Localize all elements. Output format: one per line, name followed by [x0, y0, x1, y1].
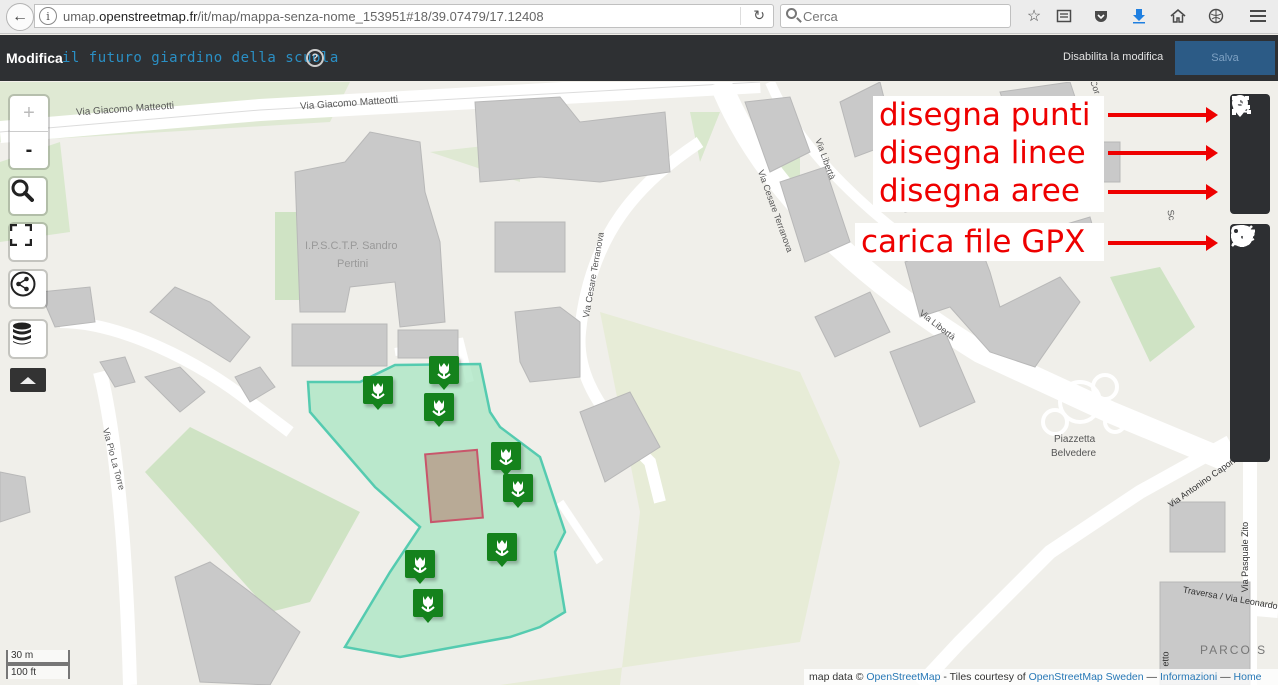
flower-marker[interactable]	[424, 393, 454, 427]
share-button[interactable]	[10, 271, 46, 307]
map-settings-button[interactable]	[1230, 225, 1270, 304]
tulip-icon	[495, 540, 509, 557]
map-attribution: map data © OpenStreetMap - Tiles courtes…	[804, 669, 1278, 685]
draw-toolbar	[1230, 94, 1270, 214]
edit-mode-label: Modifica	[6, 50, 63, 66]
map-title[interactable]: il futuro giardino della scuola	[62, 50, 339, 66]
search-icon	[11, 179, 34, 202]
annotation-draw-areas: disegna aree	[873, 172, 1104, 212]
annotation-arrow	[1108, 184, 1218, 200]
attribution-prefix: map data ©	[809, 671, 864, 683]
site-info-icon[interactable]: i	[39, 7, 57, 25]
url-bar[interactable]: i umap. openstreetmap.fr/it/map/mappa-sen…	[34, 4, 774, 28]
polygon-icon	[1232, 96, 1251, 114]
attribution-dash: —	[1146, 671, 1158, 683]
reload-icon[interactable]: ↻	[753, 7, 765, 24]
scale-metric: 30 m	[6, 650, 70, 664]
home-icon[interactable]	[1168, 6, 1188, 26]
disable-edit-button[interactable]: Disabilita la modifica	[1063, 51, 1163, 63]
tulip-icon	[437, 363, 451, 380]
center-zoom-button[interactable]	[1230, 225, 1270, 424]
annotation-draw-lines: disegna linee	[873, 134, 1104, 172]
browse-datalayers-button[interactable]	[10, 321, 46, 357]
url-host: openstreetmap.fr	[99, 8, 198, 24]
flower-marker[interactable]	[363, 376, 393, 410]
attribution-dash: —	[1220, 671, 1231, 683]
flower-marker[interactable]	[487, 533, 517, 567]
annotation-draw-points: disegna punti	[873, 96, 1104, 134]
search-glass-icon	[786, 8, 797, 19]
manage-datalayers-button[interactable]	[1230, 225, 1270, 384]
scale-imperial: 100 ft	[6, 664, 70, 679]
draw-polyline-button[interactable]	[1230, 96, 1270, 174]
fullscreen-icon	[10, 224, 32, 246]
flower-marker[interactable]	[405, 550, 435, 584]
browser-search-input[interactable]: Cerca	[780, 4, 1011, 28]
browser-toolbar: ← i umap. openstreetmap.fr/it/map/mappa-s…	[0, 0, 1278, 34]
info-link[interactable]: Informazioni	[1160, 671, 1217, 683]
school-name-label: I.P.S.C.T.P. Sandro	[305, 240, 398, 252]
building-plot-rectangle[interactable]	[424, 448, 484, 524]
hamburger-menu-icon[interactable]	[1248, 6, 1268, 26]
tulip-icon	[421, 596, 435, 613]
flower-marker[interactable]	[491, 442, 521, 476]
back-button[interactable]: ←	[6, 3, 34, 31]
back-arrow-icon: ←	[12, 8, 28, 25]
park-label: PARCO S	[1200, 643, 1268, 657]
annotation-arrow	[1108, 145, 1218, 161]
pocket-icon[interactable]	[1091, 6, 1111, 26]
street-label: etto	[1160, 651, 1171, 667]
bookmark-star-icon[interactable]: ☆	[1024, 6, 1044, 26]
zoom-control: + -	[10, 96, 48, 168]
share-icon	[10, 271, 36, 297]
annotation-upload-gpx: carica file GPX	[855, 223, 1104, 261]
umap-header: Modifica il futuro giardino della scuola…	[0, 35, 1278, 81]
osm-sweden-link[interactable]: OpenStreetMap Sweden	[1029, 671, 1144, 683]
reading-list-icon[interactable]	[1054, 6, 1074, 26]
zoom-in-button[interactable]: +	[10, 96, 48, 132]
tulip-icon	[432, 400, 446, 417]
tulip-icon	[413, 557, 427, 574]
flower-marker[interactable]	[503, 474, 533, 508]
extension-globe-icon[interactable]	[1206, 6, 1226, 26]
flower-marker[interactable]	[429, 356, 459, 390]
settings-toolbar	[1230, 224, 1270, 462]
map-canvas[interactable]: Via Giacomo Matteotti Via Giacomo Matteo…	[0, 82, 1278, 685]
school-name-label: Pertini	[337, 258, 369, 270]
permissions-button[interactable]	[1230, 226, 1270, 464]
tulip-icon	[499, 449, 513, 466]
annotation-arrow	[1108, 107, 1218, 123]
url-path: /it/map/mappa-senza-nome_153951#18/39.07…	[197, 8, 544, 24]
osm-link[interactable]: OpenStreetMap	[866, 671, 940, 683]
save-button[interactable]: Salva	[1175, 41, 1275, 75]
search-button[interactable]	[10, 178, 46, 214]
attribution-tiles: - Tiles courtesy of	[943, 671, 1026, 683]
home-link[interactable]: Home	[1234, 671, 1262, 683]
flower-marker[interactable]	[413, 589, 443, 623]
street-label: Sc	[1165, 208, 1178, 222]
url-divider	[740, 7, 741, 25]
key-icon	[1231, 226, 1255, 236]
place-label: Piazzetta	[1054, 434, 1096, 445]
url-prefix: umap.	[63, 8, 100, 24]
tulip-icon	[371, 383, 385, 400]
tile-layer-button[interactable]	[1230, 226, 1270, 344]
draw-polygon-button[interactable]	[1230, 96, 1270, 214]
annotation-arrow	[1108, 235, 1218, 251]
search-placeholder: Cerca	[803, 8, 838, 24]
tulip-icon	[511, 481, 525, 498]
place-label: Belvedere	[1051, 448, 1097, 459]
toggle-controls-button[interactable]	[10, 368, 46, 392]
zoom-out-button[interactable]: -	[10, 132, 48, 168]
layers-data-icon	[13, 322, 31, 345]
street-label: Via Pasquale Zito	[1240, 521, 1251, 593]
downloads-icon[interactable]	[1129, 6, 1149, 26]
fullscreen-button[interactable]	[10, 224, 46, 260]
help-icon[interactable]: ?	[306, 49, 324, 67]
